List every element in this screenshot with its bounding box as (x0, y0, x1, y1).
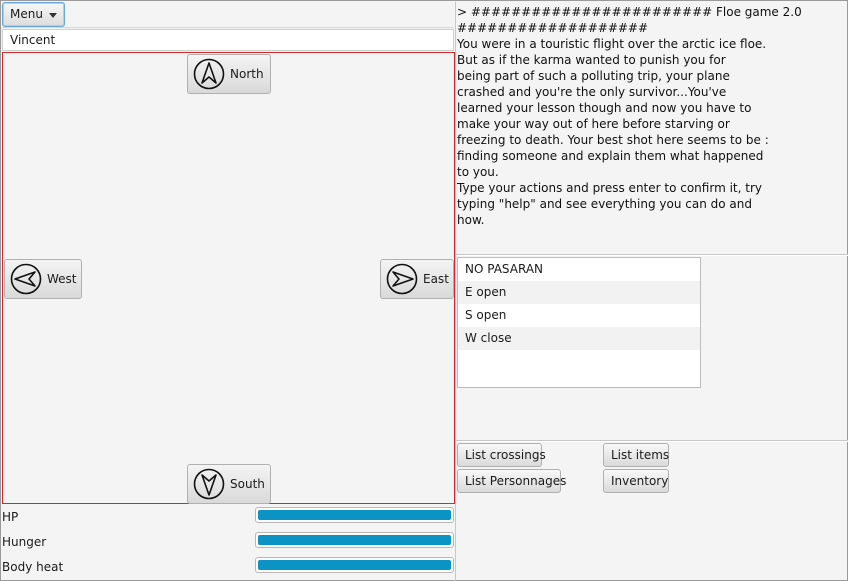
hunger-progress-fill (258, 535, 451, 545)
menu-bar: Menu (2, 2, 454, 28)
app-window: Menu North West East (0, 0, 848, 581)
east-button[interactable]: East (380, 259, 454, 299)
right-panel: > ######################## Floe game 2.0… (455, 2, 848, 581)
body-heat-label: Body heat (2, 560, 64, 574)
map-area: North West East South (2, 52, 455, 504)
list-crossings-button[interactable]: List crossings (457, 443, 546, 467)
menu-button-label: Menu (10, 7, 43, 21)
list-item[interactable]: S open (458, 304, 700, 327)
west-label: West (47, 272, 77, 286)
north-button[interactable]: North (187, 54, 271, 94)
east-label: East (423, 272, 449, 286)
split-divider[interactable] (456, 440, 848, 442)
player-name-field[interactable] (2, 29, 454, 51)
south-label: South (230, 477, 265, 491)
hp-progress-fill (258, 510, 451, 520)
arrow-right-icon (386, 263, 418, 295)
list-item[interactable]: NO PASARAN (458, 258, 700, 281)
stat-row-hunger: Hunger (2, 531, 454, 555)
game-log: > ######################## Floe game 2.0… (457, 5, 802, 227)
arrow-up-icon (193, 58, 225, 90)
hp-progress-bar (255, 507, 454, 523)
body-heat-progress-fill (258, 560, 451, 570)
chevron-down-icon (49, 13, 57, 18)
list-item[interactable]: W close (458, 327, 700, 350)
west-button[interactable]: West (4, 259, 82, 299)
list-items-button[interactable]: List items (603, 443, 669, 467)
arrow-down-icon (193, 468, 225, 500)
south-button[interactable]: South (187, 464, 271, 504)
inventory-button[interactable]: Inventory (603, 469, 669, 493)
split-divider[interactable] (456, 254, 848, 256)
body-heat-progress-bar (255, 557, 454, 573)
hunger-label: Hunger (2, 535, 47, 549)
list-item[interactable] (458, 350, 700, 373)
north-label: North (230, 67, 264, 81)
hp-label: HP (2, 510, 19, 524)
menu-button[interactable]: Menu (2, 2, 65, 27)
list-item[interactable]: E open (458, 281, 700, 304)
exits-list[interactable]: NO PASARAN E open S open W close (457, 257, 701, 388)
hunger-progress-bar (255, 532, 454, 548)
arrow-left-icon (10, 263, 42, 295)
stat-row-hp: HP (2, 506, 454, 530)
stat-row-body-heat: Body heat (2, 556, 454, 580)
list-personnages-button[interactable]: List Personnages (457, 469, 566, 493)
